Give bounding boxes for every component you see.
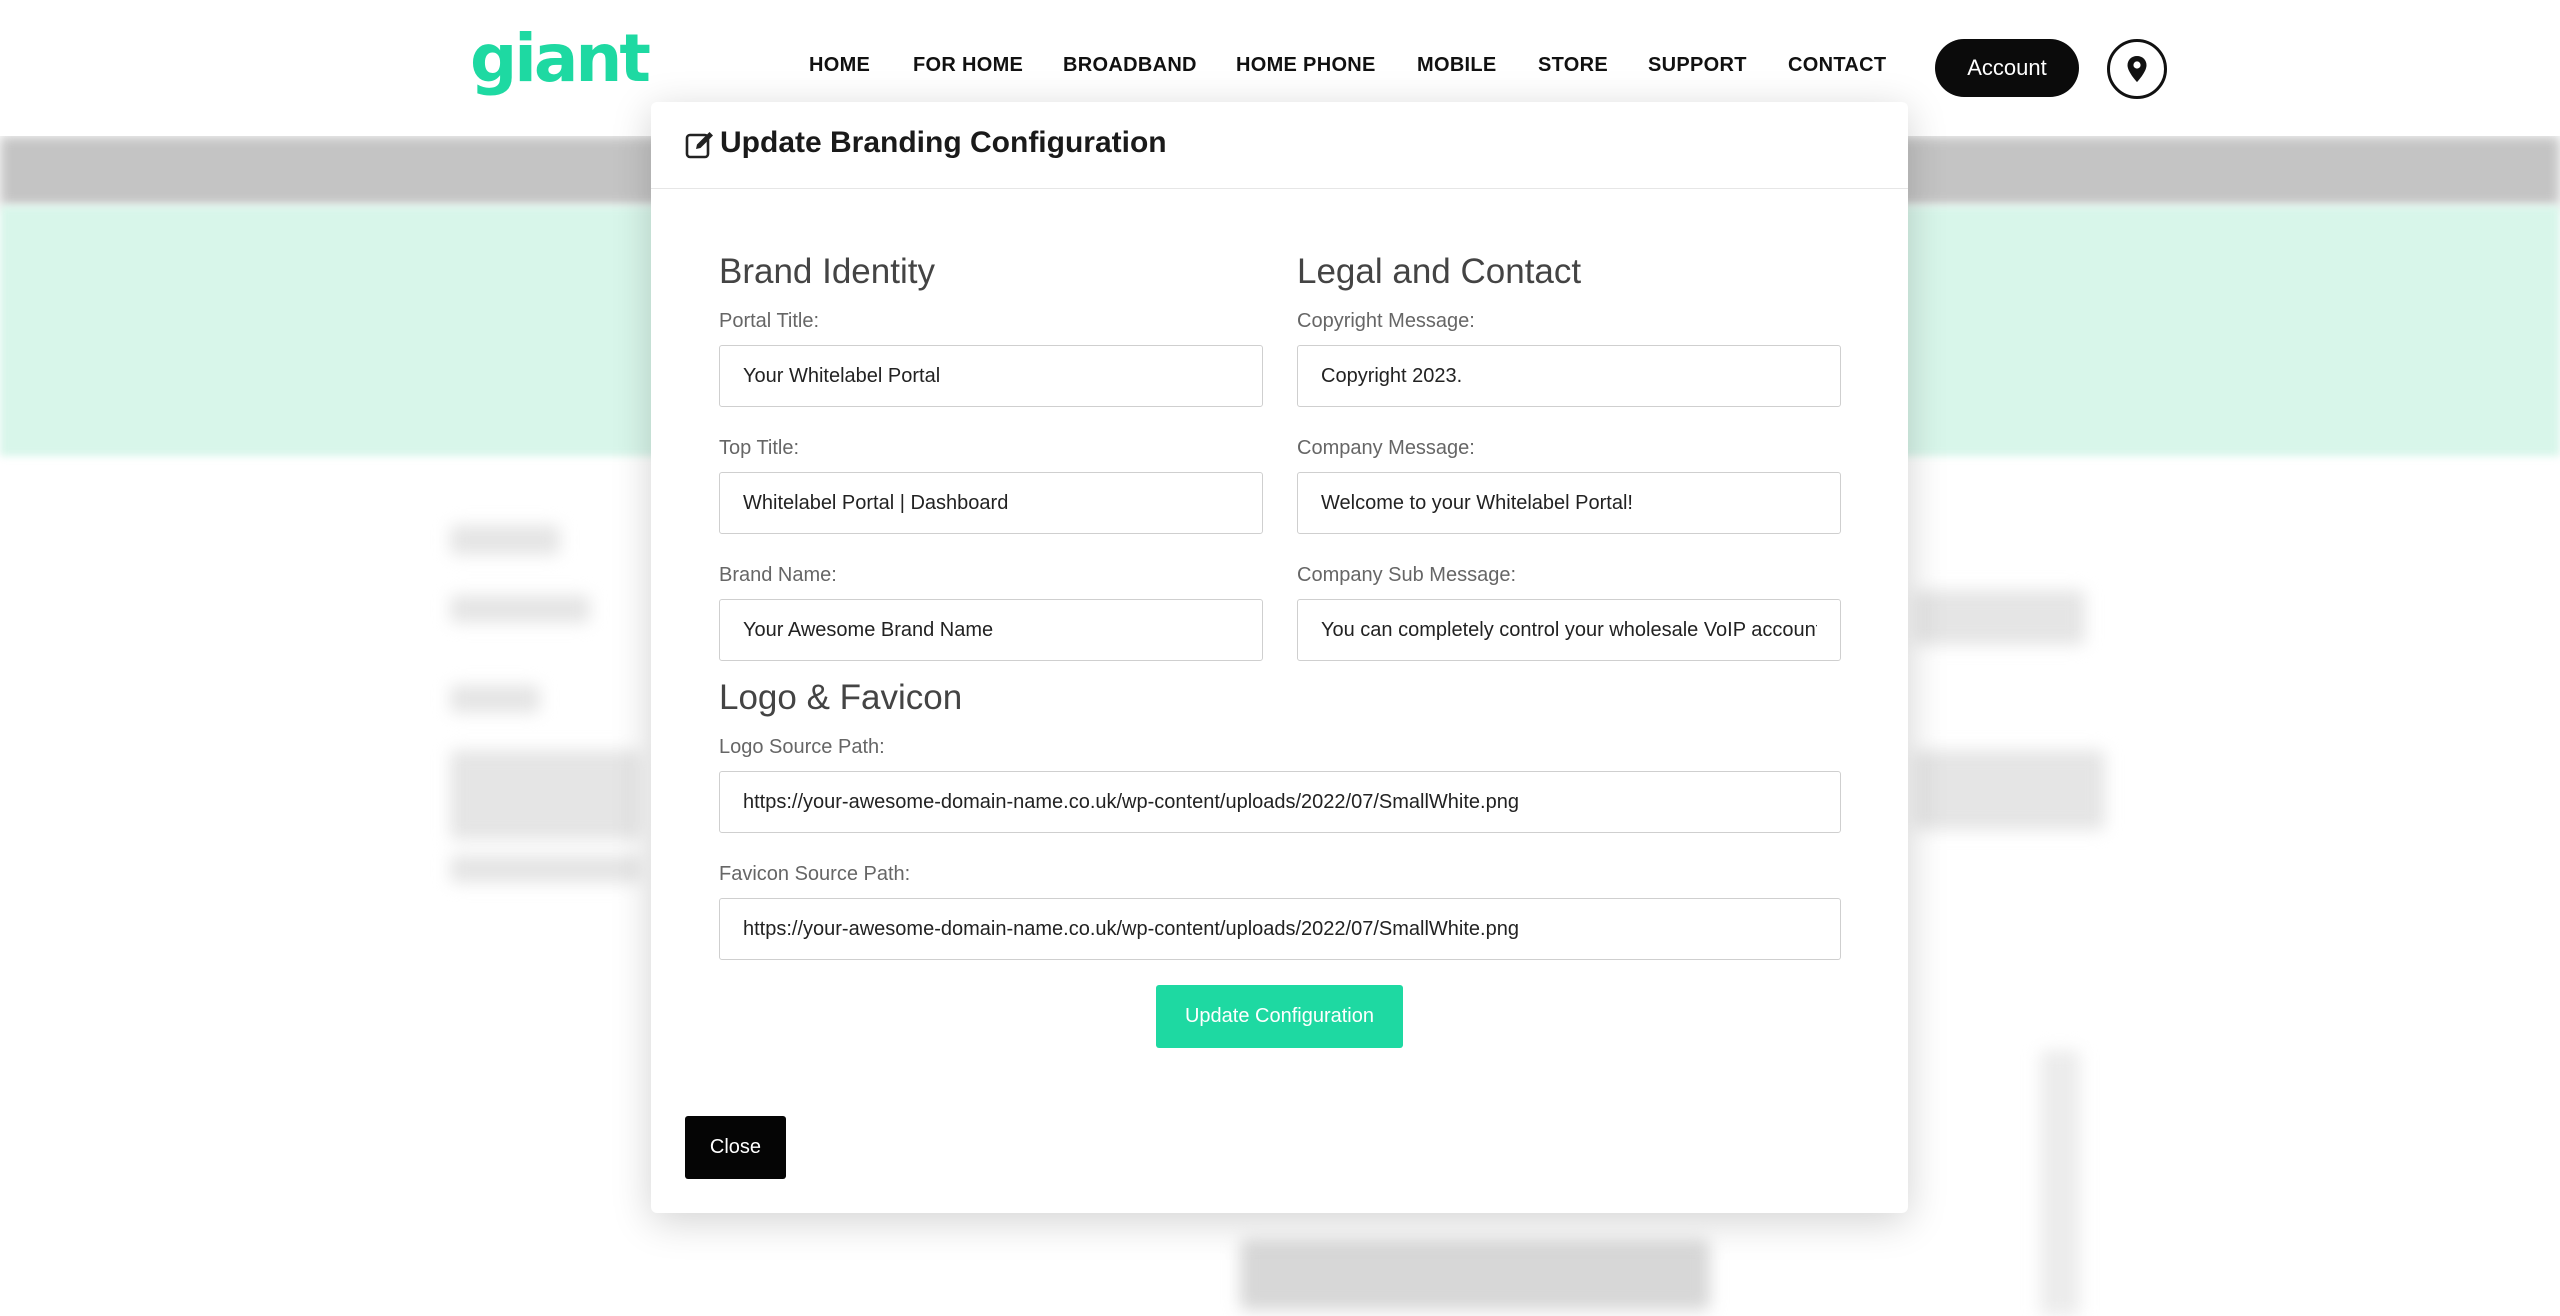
nav-home[interactable]: HOME	[809, 54, 870, 77]
background-block	[450, 685, 540, 713]
background-block	[2040, 1050, 2080, 1316]
edit-icon	[685, 132, 713, 159]
legal-contact-heading: Legal and Contact	[1297, 252, 1582, 291]
top-title-input[interactable]	[719, 472, 1263, 534]
background-block	[1915, 750, 2105, 830]
nav-home-phone[interactable]: HOME PHONE	[1236, 54, 1376, 77]
background-block	[450, 855, 640, 883]
map-pin-icon	[2127, 56, 2147, 82]
company-message-input[interactable]	[1297, 472, 1841, 534]
logo-source-input[interactable]	[719, 771, 1841, 833]
background-block	[450, 525, 560, 555]
company-sub-message-input[interactable]	[1297, 599, 1841, 661]
portal-title-label: Portal Title:	[719, 310, 820, 332]
copyright-input[interactable]	[1297, 345, 1841, 407]
company-sub-message-label: Company Sub Message:	[1297, 564, 1517, 586]
account-button[interactable]: Account	[1935, 39, 2079, 97]
close-button[interactable]: Close	[685, 1116, 786, 1179]
top-title-label: Top Title:	[719, 437, 800, 459]
brand-name-label: Brand Name:	[719, 564, 837, 586]
modal-header: Update Branding Configuration	[651, 102, 1908, 189]
nav-mobile[interactable]: MOBILE	[1417, 54, 1497, 77]
company-message-label: Company Message:	[1297, 437, 1475, 459]
copyright-label: Copyright Message:	[1297, 310, 1475, 332]
location-button[interactable]	[2107, 39, 2167, 99]
nav-contact[interactable]: CONTACT	[1788, 54, 1886, 77]
nav-support[interactable]: SUPPORT	[1648, 54, 1747, 77]
portal-title-input[interactable]	[719, 345, 1263, 407]
background-block	[450, 750, 640, 840]
favicon-source-label: Favicon Source Path:	[719, 863, 911, 885]
brand-name-input[interactable]	[719, 599, 1263, 661]
background-block	[1240, 1240, 1710, 1310]
nav-for-home[interactable]: FOR HOME	[913, 54, 1023, 77]
modal-title: Update Branding Configuration	[720, 126, 1167, 159]
background-block	[450, 595, 590, 623]
nav-broadband[interactable]: BROADBAND	[1063, 54, 1197, 77]
brand-identity-heading: Brand Identity	[719, 252, 935, 291]
branding-modal: Update Branding Configuration Brand Iden…	[651, 102, 1908, 1213]
logo-source-label: Logo Source Path:	[719, 736, 885, 758]
favicon-source-input[interactable]	[719, 898, 1841, 960]
logo-favicon-heading: Logo & Favicon	[719, 678, 963, 717]
update-configuration-button[interactable]: Update Configuration	[1156, 985, 1403, 1048]
background-block	[1915, 590, 2085, 645]
nav-store[interactable]: STORE	[1538, 54, 1608, 77]
